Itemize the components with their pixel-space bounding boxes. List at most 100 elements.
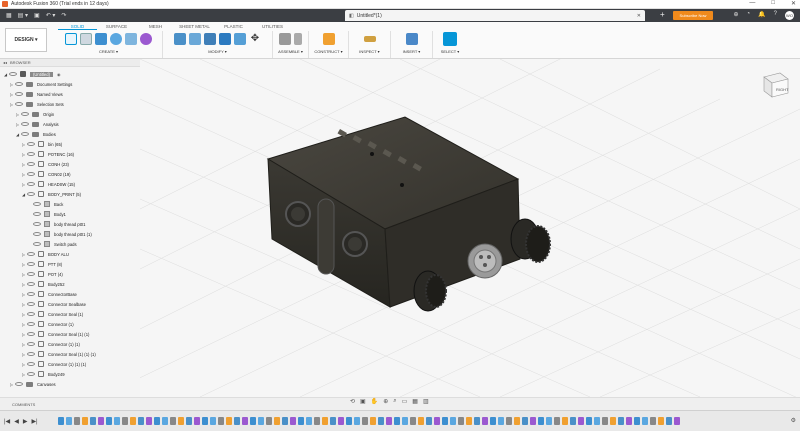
timeline-feature-icon[interactable]: [570, 417, 576, 425]
visibility-icon[interactable]: [27, 192, 35, 196]
timeline-feature-icon[interactable]: [146, 417, 152, 425]
timeline-feature-icon[interactable]: [450, 417, 456, 425]
timeline-feature-icon[interactable]: [650, 417, 656, 425]
form-icon[interactable]: [140, 33, 152, 45]
timeline-feature-icon[interactable]: [418, 417, 424, 425]
browser-item[interactable]: ▷ BODY ALU: [22, 249, 69, 259]
timeline-feature-icon[interactable]: [138, 417, 144, 425]
visibility-icon[interactable]: [21, 132, 29, 136]
timeline-feature-icon[interactable]: [522, 417, 528, 425]
assemble-menu[interactable]: ASSEMBLE ▾: [278, 49, 303, 54]
insert-image-icon[interactable]: [405, 33, 418, 45]
timeline-feature-icon[interactable]: [346, 417, 352, 425]
timeline-feature-icon[interactable]: [74, 417, 80, 425]
timeline-feature-icon[interactable]: [626, 417, 632, 425]
browser-item[interactable]: ▷ Connector Sealbase: [22, 299, 86, 309]
timeline-feature-icon[interactable]: [554, 417, 560, 425]
tab-sheet-metal[interactable]: SHEET METAL: [175, 23, 214, 30]
timeline-feature-icon[interactable]: [602, 417, 608, 425]
timeline-start-icon[interactable]: |◀: [4, 418, 10, 425]
press-pull-icon[interactable]: [174, 33, 186, 45]
tab-utilities[interactable]: UTILITIES: [253, 23, 292, 30]
timeline-feature-icon[interactable]: [370, 417, 376, 425]
target-icon[interactable]: ◉: [57, 72, 61, 77]
timeline-feature-icon[interactable]: [122, 417, 128, 425]
tab-plastic[interactable]: PLASTIC: [214, 23, 253, 30]
timeline-feature-icon[interactable]: [186, 417, 192, 425]
hole-icon[interactable]: [125, 33, 137, 45]
3d-model[interactable]: [266, 116, 551, 312]
timeline-feature-icon[interactable]: [378, 417, 384, 425]
browser-item[interactable]: ▷ Body249: [22, 369, 65, 379]
undo-icon[interactable]: ↶ ▾: [46, 12, 56, 19]
orbit-icon[interactable]: ⟲: [350, 398, 355, 405]
tab-solid[interactable]: SOLID: [58, 23, 97, 30]
view-cube[interactable]: RIGHT: [758, 67, 792, 103]
browser-item[interactable]: ▷ Canvases: [10, 379, 56, 389]
timeline-feature-icon[interactable]: [130, 417, 136, 425]
timeline-feature-icon[interactable]: [594, 417, 600, 425]
timeline-feature-icon[interactable]: [338, 417, 344, 425]
browser-item[interactable]: ▷ ConnectorBase: [22, 289, 77, 299]
browser-item[interactable]: ▷ PTT (8): [22, 259, 62, 269]
browser-item[interactable]: body thread pt01 (1): [28, 229, 92, 239]
visibility-icon[interactable]: [27, 162, 35, 166]
select-menu[interactable]: SELECT ▾: [441, 49, 460, 54]
joint-icon[interactable]: [279, 33, 291, 45]
browser-item[interactable]: Switch pads: [28, 239, 77, 249]
timeline-feature-icon[interactable]: [154, 417, 160, 425]
timeline-feature-icon[interactable]: [362, 417, 368, 425]
timeline-feature-icon[interactable]: [514, 417, 520, 425]
browser-header[interactable]: ◂◂ BROWSER: [0, 59, 140, 67]
timeline-feature-icon[interactable]: [386, 417, 392, 425]
browser-item[interactable]: ▷ bin (65): [22, 139, 62, 149]
visibility-icon[interactable]: [27, 152, 35, 156]
timeline-feature-icon[interactable]: [394, 417, 400, 425]
visibility-icon[interactable]: [33, 242, 41, 246]
visibility-icon[interactable]: [27, 352, 35, 356]
visibility-icon[interactable]: [15, 82, 23, 86]
timeline-feature-icon[interactable]: [66, 417, 72, 425]
zoom-icon[interactable]: ⊕: [383, 398, 388, 405]
visibility-icon[interactable]: [27, 332, 35, 336]
visibility-icon[interactable]: [15, 102, 23, 106]
timeline-feature-icon[interactable]: [274, 417, 280, 425]
offset-plane-icon[interactable]: [322, 33, 335, 45]
timeline-feature-icon[interactable]: [202, 417, 208, 425]
visibility-icon[interactable]: [27, 322, 35, 326]
timeline-feature-icon[interactable]: [586, 417, 592, 425]
3d-viewport[interactable]: RIGHT: [140, 59, 800, 397]
job-status-icon[interactable]: ◔: [747, 11, 751, 20]
close-button[interactable]: ✕: [791, 0, 796, 7]
browser-item[interactable]: ▷ Connector (1) (1) (1): [22, 359, 86, 369]
timeline-feature-icon[interactable]: [402, 417, 408, 425]
timeline-feature-icon[interactable]: [330, 417, 336, 425]
timeline-feature-icon[interactable]: [498, 417, 504, 425]
tab-surface[interactable]: SURFACE: [97, 23, 136, 30]
browser-item[interactable]: ▷ CON02 (19): [22, 169, 71, 179]
visibility-icon[interactable]: [27, 142, 35, 146]
revolve-icon[interactable]: [110, 33, 122, 45]
timeline-feature-icon[interactable]: [162, 417, 168, 425]
visibility-icon[interactable]: [33, 212, 41, 216]
data-panel-icon[interactable]: ▦: [6, 12, 12, 19]
timeline-feature-icon[interactable]: [106, 417, 112, 425]
timeline-feature-icon[interactable]: [194, 417, 200, 425]
timeline-feature-icon[interactable]: [474, 417, 480, 425]
pan-icon[interactable]: ✋: [371, 398, 378, 405]
visibility-icon[interactable]: [27, 282, 35, 286]
timeline-feature-icon[interactable]: [314, 417, 320, 425]
timeline-feature-icon[interactable]: [298, 417, 304, 425]
browser-item[interactable]: ▷ CONH (23): [22, 159, 69, 169]
timeline-feature-icon[interactable]: [530, 417, 536, 425]
document-tab[interactable]: ◧ Untitled*(1) ✕: [345, 10, 645, 21]
notifications-icon[interactable]: 🔔: [758, 11, 765, 20]
visibility-icon[interactable]: [9, 72, 17, 76]
timeline-feature-icon[interactable]: [490, 417, 496, 425]
timeline-feature-icon[interactable]: [482, 417, 488, 425]
browser-item[interactable]: ◢ BODY_PRINT (5): [22, 189, 81, 199]
shell-icon[interactable]: [204, 33, 216, 45]
timeline-feature-icon[interactable]: [562, 417, 568, 425]
browser-item[interactable]: ▷ Connector (1): [22, 319, 74, 329]
timeline-feature-icon[interactable]: [226, 417, 232, 425]
